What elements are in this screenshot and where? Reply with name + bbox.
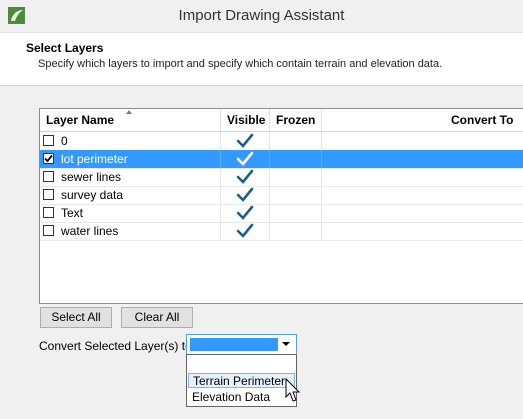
layer-name: Text <box>61 206 84 220</box>
column-header-visible[interactable]: Visible <box>227 109 265 131</box>
select-all-button[interactable]: Select All <box>40 307 112 328</box>
table-header: Layer Name Visible Frozen Convert To <box>40 109 523 132</box>
layer-name: survey data <box>61 188 124 202</box>
window-title: Import Drawing Assistant <box>178 7 345 24</box>
table-row[interactable]: 0 <box>40 132 523 151</box>
table-row[interactable]: lot perimeter <box>40 150 523 169</box>
layers-table[interactable]: Layer Name Visible Frozen Convert To 0 lo… <box>39 108 523 304</box>
visible-check-icon[interactable] <box>235 203 255 223</box>
layer-checkbox[interactable] <box>43 189 54 200</box>
layer-name: water lines <box>61 224 119 238</box>
dropdown-option-empty[interactable] <box>188 356 295 371</box>
visible-check-icon[interactable] <box>235 149 255 169</box>
dropdown-option-terrain-perimeter[interactable]: Terrain Perimeter <box>188 373 295 388</box>
column-header-layer-name[interactable]: Layer Name <box>46 109 114 131</box>
layer-checkbox[interactable] <box>43 153 54 164</box>
convert-dropdown[interactable] <box>186 334 297 355</box>
header-panel: Select Layers Specify which layers to im… <box>0 32 523 86</box>
convert-label: Convert Selected Layer(s) to: <box>39 339 196 353</box>
section-subtitle: Specify which layers to import and speci… <box>38 58 443 70</box>
visible-check-icon[interactable] <box>235 221 255 241</box>
section-title: Select Layers <box>26 41 104 55</box>
visible-check-icon[interactable] <box>235 131 255 151</box>
convert-dropdown-value <box>190 338 278 351</box>
title-bar: Import Drawing Assistant <box>0 0 523 32</box>
dropdown-option-elevation-data[interactable]: Elevation Data <box>188 390 295 405</box>
chevron-down-icon[interactable] <box>282 342 290 346</box>
layer-checkbox[interactable] <box>43 171 54 182</box>
mouse-cursor-icon <box>285 378 301 402</box>
table-row[interactable]: survey data <box>40 186 523 205</box>
layer-checkbox[interactable] <box>43 225 54 236</box>
visible-check-icon[interactable] <box>235 167 255 187</box>
layer-checkbox[interactable] <box>43 135 54 146</box>
layer-checkbox[interactable] <box>43 207 54 218</box>
layer-name: 0 <box>61 134 68 148</box>
sort-ascending-icon <box>126 110 132 114</box>
visible-check-icon[interactable] <box>235 185 255 205</box>
column-header-convert-to[interactable]: Convert To <box>451 109 513 131</box>
table-row[interactable]: sewer lines <box>40 168 523 187</box>
convert-dropdown-list[interactable]: Terrain Perimeter Elevation Data <box>186 354 297 407</box>
table-row[interactable]: Text <box>40 204 523 223</box>
table-row[interactable]: water lines <box>40 222 523 241</box>
column-header-frozen[interactable]: Frozen <box>276 109 315 131</box>
clear-all-button[interactable]: Clear All <box>121 307 193 328</box>
layer-name: lot perimeter <box>61 152 128 166</box>
layer-name: sewer lines <box>61 170 122 184</box>
